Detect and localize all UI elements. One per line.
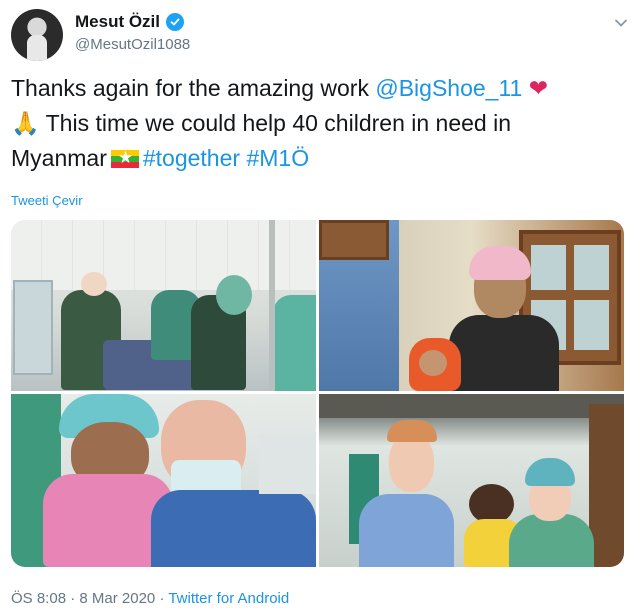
tweet-text-part: Myanmar — [11, 145, 107, 171]
tweet-metadata: ÖS 8:08 · 8 Mar 2020 · Twitter for Andro… — [11, 590, 289, 607]
doctor-face — [389, 434, 434, 492]
medical-team-with-child-photo[interactable] — [319, 394, 624, 567]
ceiling — [319, 394, 624, 418]
nurse-cap — [525, 458, 575, 486]
tweet-text-part: Thanks again for the amazing work — [11, 75, 376, 101]
avatar[interactable] — [11, 9, 63, 61]
tweet-line-1: Thanks again for the amazing work @BigSh… — [11, 71, 621, 106]
tweet-date[interactable]: 8 Mar 2020 — [79, 590, 155, 607]
pink-beanie — [469, 246, 531, 280]
author-name-row: Mesut Özil — [75, 12, 185, 32]
mention-link[interactable]: @BigShoe_11 — [375, 75, 522, 101]
background-wall — [259, 434, 316, 494]
tweet-line-3: Myanmar #together #M1Ö — [11, 141, 621, 176]
author-display-name[interactable]: Mesut Özil — [75, 12, 160, 32]
woman-body — [449, 315, 559, 391]
window-pane — [574, 245, 609, 290]
doctor-holding-child-photo[interactable] — [11, 394, 316, 567]
pole — [269, 220, 275, 391]
window-pane — [531, 245, 566, 290]
separator: · — [66, 590, 80, 607]
chevron-down-icon[interactable] — [611, 13, 631, 33]
source-app-link[interactable]: Twitter for Android — [168, 590, 289, 607]
myanmar-flag-icon — [110, 147, 139, 169]
door-frame — [589, 404, 624, 567]
cabinet — [13, 280, 53, 375]
separator: · — [155, 590, 169, 607]
window-top — [319, 220, 389, 260]
heart-emoji-icon: ❤ — [528, 75, 549, 101]
hashtag-m1o-link[interactable]: #M1Ö — [246, 145, 309, 171]
doctor-scrubs — [359, 494, 454, 567]
nurse-scrubs — [509, 514, 594, 567]
avatar-figure — [27, 35, 47, 61]
hashtag-together-link[interactable]: #together — [143, 145, 240, 171]
doctor-scrubs — [151, 490, 316, 567]
child-face — [419, 350, 447, 376]
translate-tweet-link[interactable]: Tweeti Çevir — [11, 193, 83, 208]
mother-child-photo[interactable] — [319, 220, 624, 391]
window-pane — [574, 300, 609, 350]
tweet-line-2: 🙏 This time we could help 40 children in… — [11, 106, 621, 141]
surgeon-head — [81, 272, 107, 296]
media-grid — [11, 220, 624, 567]
surgery-photo[interactable] — [11, 220, 316, 391]
tweet-header: Mesut Özil @MesutOzil1088 — [11, 9, 631, 61]
child-head — [469, 484, 514, 524]
author-handle[interactable]: @MesutOzil1088 — [75, 36, 190, 53]
tweet-time[interactable]: ÖS 8:08 — [11, 590, 66, 607]
tweet-text: Thanks again for the amazing work @BigSh… — [11, 71, 621, 176]
folded-hands-emoji-icon: 🙏 — [11, 110, 40, 136]
patterned-cap — [387, 420, 437, 442]
verified-badge-icon — [166, 13, 185, 31]
assistant-cap — [216, 275, 252, 315]
staff-figure — [273, 295, 316, 391]
tweet-text-part: This time we could help 40 children in n… — [39, 110, 511, 136]
